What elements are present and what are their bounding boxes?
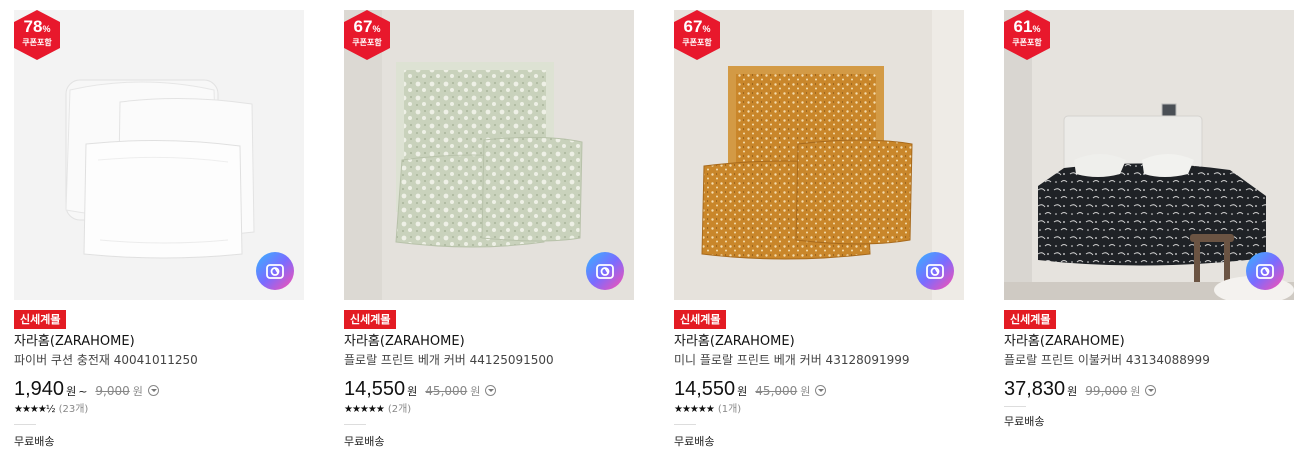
sale-price: 37,830	[1004, 378, 1066, 400]
review-count[interactable]: (2개)	[388, 404, 411, 415]
camera-icon[interactable]	[916, 252, 954, 290]
original-price: 99,000	[1085, 384, 1128, 398]
shipping-label: 무료배송	[674, 435, 715, 448]
product-name[interactable]: 플로랄 프린트 베개 커버 44125091500	[344, 353, 554, 368]
brand-name[interactable]: 자라홈(ZARAHOME)	[1004, 334, 1125, 350]
price-unit: 원	[66, 385, 77, 398]
star-rating-icon: ★★★★★	[674, 404, 715, 415]
rating: ★★★★★ (2개)	[344, 404, 411, 416]
product-card[interactable]: 67% 쿠폰포함 신세계몰 자라홈(ZARAHOME) 미니 플로랄 프린트 베…	[674, 10, 964, 465]
original-price-unit: 원	[1130, 385, 1141, 398]
info-dropdown-icon[interactable]	[815, 385, 827, 396]
store-tag: 신세계몰	[674, 310, 727, 329]
product-image[interactable]: 67% 쿠폰포함	[344, 10, 634, 300]
divider	[344, 424, 366, 425]
sale-price: 14,550	[344, 378, 406, 400]
price-row: 37,830 원 99,000 원	[1004, 378, 1157, 400]
sale-price: 1,940	[14, 378, 65, 400]
price-unit: 원	[737, 385, 748, 398]
camera-icon[interactable]	[1246, 252, 1284, 290]
info-dropdown-icon[interactable]	[1145, 385, 1157, 396]
store-tag: 신세계몰	[344, 310, 397, 329]
rating: ★★★★½ (23개)	[14, 404, 88, 416]
divider	[674, 424, 696, 425]
review-count[interactable]: (23개)	[59, 404, 89, 415]
discount-badge: 78% 쿠폰포함	[14, 10, 60, 60]
product-image[interactable]: 61% 쿠폰포함	[1004, 10, 1294, 300]
discount-badge: 61% 쿠폰포함	[1004, 10, 1050, 60]
shipping-label: 무료배송	[344, 435, 385, 448]
product-card[interactable]: 78% 쿠폰포함 신세계몰 자라홈(ZARAHOME) 파이버 쿠션 충전재 4…	[14, 10, 304, 465]
store-tag: 신세계몰	[1004, 310, 1057, 329]
discount-badge: 67% 쿠폰포함	[674, 10, 720, 60]
original-price: 9,000	[95, 384, 130, 398]
price-unit: 원	[1067, 385, 1078, 398]
camera-icon[interactable]	[256, 252, 294, 290]
original-price-unit: 원	[470, 385, 481, 398]
product-image[interactable]: 78% 쿠폰포함	[14, 10, 304, 300]
divider	[14, 424, 36, 425]
store-tag: 신세계몰	[14, 310, 67, 329]
camera-icon[interactable]	[586, 252, 624, 290]
info-dropdown-icon[interactable]	[147, 385, 159, 396]
original-price: 45,000	[425, 384, 468, 398]
product-name[interactable]: 플로랄 프린트 이불커버 43134088999	[1004, 353, 1210, 368]
rating: ★★★★★ (1개)	[674, 404, 741, 416]
product-card[interactable]: 67% 쿠폰포함 신세계몰 자라홈(ZARAHOME) 플로랄 프린트 베개 커…	[344, 10, 634, 465]
review-count[interactable]: (1개)	[718, 404, 741, 415]
product-grid: 78% 쿠폰포함 신세계몰 자라홈(ZARAHOME) 파이버 쿠션 충전재 4…	[0, 0, 1300, 471]
product-name[interactable]: 파이버 쿠션 충전재 40041011250	[14, 353, 198, 368]
product-card[interactable]: 61% 쿠폰포함 신세계몰 자라홈(ZARAHOME) 플로랄 프린트 이불커버…	[1004, 10, 1294, 465]
price-row: 14,550 원 45,000 원	[344, 378, 497, 400]
product-image[interactable]: 67% 쿠폰포함	[674, 10, 964, 300]
price-row: 14,550 원 45,000 원	[674, 378, 827, 400]
price-row: 1,940 원 ~ 9,000 원	[14, 378, 159, 400]
price-suffix: ~	[78, 385, 88, 398]
original-price-unit: 원	[132, 385, 143, 398]
original-price: 45,000	[755, 384, 798, 398]
brand-name[interactable]: 자라홈(ZARAHOME)	[14, 334, 135, 350]
price-unit: 원	[407, 385, 418, 398]
shipping-label: 무료배송	[14, 435, 55, 448]
info-dropdown-icon[interactable]	[485, 385, 497, 396]
shipping-label: 무료배송	[1004, 415, 1045, 428]
brand-name[interactable]: 자라홈(ZARAHOME)	[344, 334, 465, 350]
original-price-unit: 원	[800, 385, 811, 398]
sale-price: 14,550	[674, 378, 736, 400]
discount-badge: 67% 쿠폰포함	[344, 10, 390, 60]
product-name[interactable]: 미니 플로랄 프린트 베개 커버 43128091999	[674, 353, 910, 368]
star-rating-icon: ★★★★½	[14, 404, 56, 415]
star-rating-icon: ★★★★★	[344, 404, 385, 415]
brand-name[interactable]: 자라홈(ZARAHOME)	[674, 334, 795, 350]
divider	[1004, 406, 1026, 407]
